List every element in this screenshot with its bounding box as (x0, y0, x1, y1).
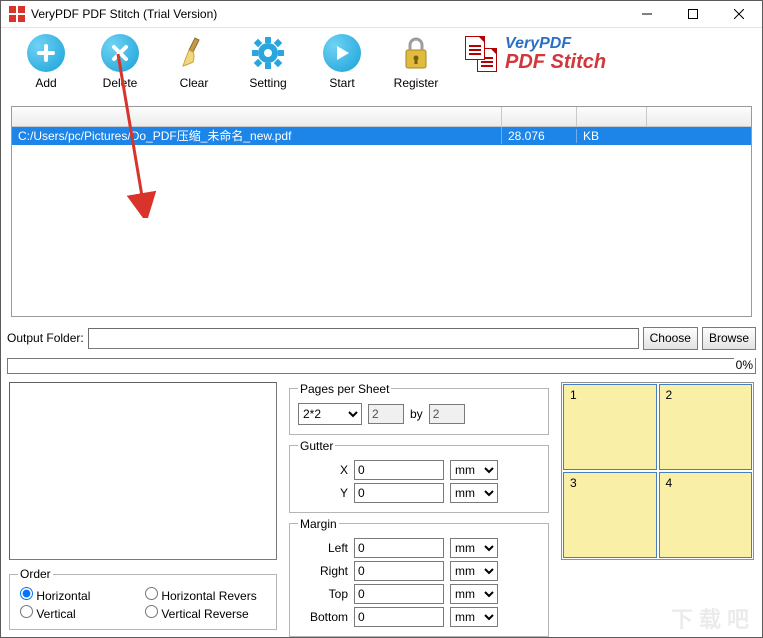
order-hr-radio[interactable] (145, 587, 158, 600)
file-list-header (12, 107, 751, 127)
margin-right-unit[interactable]: mm (450, 561, 498, 581)
start-button[interactable]: Start (305, 34, 379, 90)
by-label: by (410, 407, 423, 421)
order-group: Order Horizontal Horizontal Revers Verti… (9, 567, 277, 630)
gutter-legend: Gutter (298, 439, 335, 453)
order-vr-radio[interactable] (145, 605, 158, 618)
margin-bottom-label: Bottom (298, 610, 348, 624)
gutter-x-input[interactable] (354, 460, 444, 480)
output-folder-row: Output Folder: Choose Browse (7, 327, 756, 350)
settings-column: Pages per Sheet 2*2 by Gutter Xmm Ymm Ma… (289, 382, 549, 637)
layout-select[interactable]: 2*2 (298, 403, 362, 425)
add-button[interactable]: Add (9, 34, 83, 90)
pages-per-sheet-group: Pages per Sheet 2*2 by (289, 382, 549, 435)
layout-cell: 1 (563, 384, 657, 470)
file-unit: KB (577, 129, 647, 143)
gutter-y-input[interactable] (354, 483, 444, 503)
margin-legend: Margin (298, 517, 339, 531)
output-folder-label: Output Folder: (7, 331, 84, 345)
minimize-button[interactable] (624, 1, 670, 27)
cols-input (368, 404, 404, 424)
rows-input (429, 404, 465, 424)
start-label: Start (329, 76, 354, 90)
layout-cell: 4 (659, 472, 753, 558)
layout-cell: 2 (659, 384, 753, 470)
file-list[interactable]: C:/Users/pc/Pictures/Do_PDF压缩_未命名_new.pd… (11, 106, 752, 317)
gear-icon (249, 34, 287, 72)
product-logo: VeryPDF PDF Stitch (461, 34, 606, 74)
order-horizontal-radio[interactable] (20, 587, 33, 600)
gutter-x-label: X (298, 463, 348, 477)
margin-left-unit[interactable]: mm (450, 538, 498, 558)
layout-cell: 3 (563, 472, 657, 558)
lock-icon (397, 34, 435, 72)
file-size: 28.076 (502, 129, 577, 143)
close-button[interactable] (716, 1, 762, 27)
setting-button[interactable]: Setting (231, 34, 305, 90)
gutter-group: Gutter Xmm Ymm (289, 439, 549, 513)
margin-left-label: Left (298, 541, 348, 555)
titlebar: VeryPDF PDF Stitch (Trial Version) (1, 1, 762, 28)
output-folder-input[interactable] (88, 328, 639, 349)
register-label: Register (394, 76, 439, 90)
toolbar: Add Delete Clear Setting Start Register (1, 28, 762, 102)
file-row[interactable]: C:/Users/pc/Pictures/Do_PDF压缩_未命名_new.pd… (12, 127, 751, 145)
pages-legend: Pages per Sheet (298, 382, 391, 396)
logo-line2: PDF Stitch (505, 52, 606, 72)
margin-bottom-unit[interactable]: mm (450, 607, 498, 627)
window-controls (624, 1, 762, 27)
brush-icon (175, 34, 213, 72)
logo-line1: VeryPDF (505, 36, 606, 52)
gutter-y-unit[interactable]: mm (450, 483, 498, 503)
order-vertical-reverse[interactable]: Vertical Reverse (145, 605, 266, 621)
order-legend: Order (18, 567, 53, 581)
margin-top-unit[interactable]: mm (450, 584, 498, 604)
clear-button[interactable]: Clear (157, 34, 231, 90)
delete-button[interactable]: Delete (83, 34, 157, 90)
add-label: Add (35, 76, 56, 90)
app-window: VeryPDF PDF Stitch (Trial Version) Add D… (0, 0, 763, 638)
gutter-y-label: Y (298, 486, 348, 500)
progress-bar: 0% (7, 358, 756, 374)
order-horizontal[interactable]: Horizontal (20, 587, 141, 603)
progress-percent: 0% (734, 358, 755, 372)
x-icon (101, 34, 139, 72)
app-icon (9, 6, 25, 22)
play-icon (323, 34, 361, 72)
margin-top-label: Top (298, 587, 348, 601)
margin-right-input[interactable] (354, 561, 444, 581)
setting-label: Setting (249, 76, 286, 90)
order-vertical-radio[interactable] (20, 605, 33, 618)
gutter-x-unit[interactable]: mm (450, 460, 498, 480)
order-vertical[interactable]: Vertical (20, 605, 141, 621)
register-button[interactable]: Register (379, 34, 453, 90)
margin-bottom-input[interactable] (354, 607, 444, 627)
file-path: C:/Users/pc/Pictures/Do_PDF压缩_未命名_new.pd… (12, 127, 502, 144)
browse-button[interactable]: Browse (702, 327, 756, 350)
order-horizontal-reverse[interactable]: Horizontal Revers (145, 587, 266, 603)
margin-right-label: Right (298, 564, 348, 578)
pdf-docs-icon (461, 34, 501, 74)
choose-button[interactable]: Choose (643, 327, 698, 350)
plus-icon (27, 34, 65, 72)
layout-preview: 1 2 3 4 (561, 382, 754, 560)
margin-group: Margin Left mm Right mm Top mm Bottom mm (289, 517, 549, 637)
source-preview (9, 382, 277, 560)
margin-left-input[interactable] (354, 538, 444, 558)
window-title: VeryPDF PDF Stitch (Trial Version) (31, 7, 624, 21)
margin-top-input[interactable] (354, 584, 444, 604)
delete-label: Delete (103, 76, 138, 90)
maximize-button[interactable] (670, 1, 716, 27)
clear-label: Clear (180, 76, 209, 90)
